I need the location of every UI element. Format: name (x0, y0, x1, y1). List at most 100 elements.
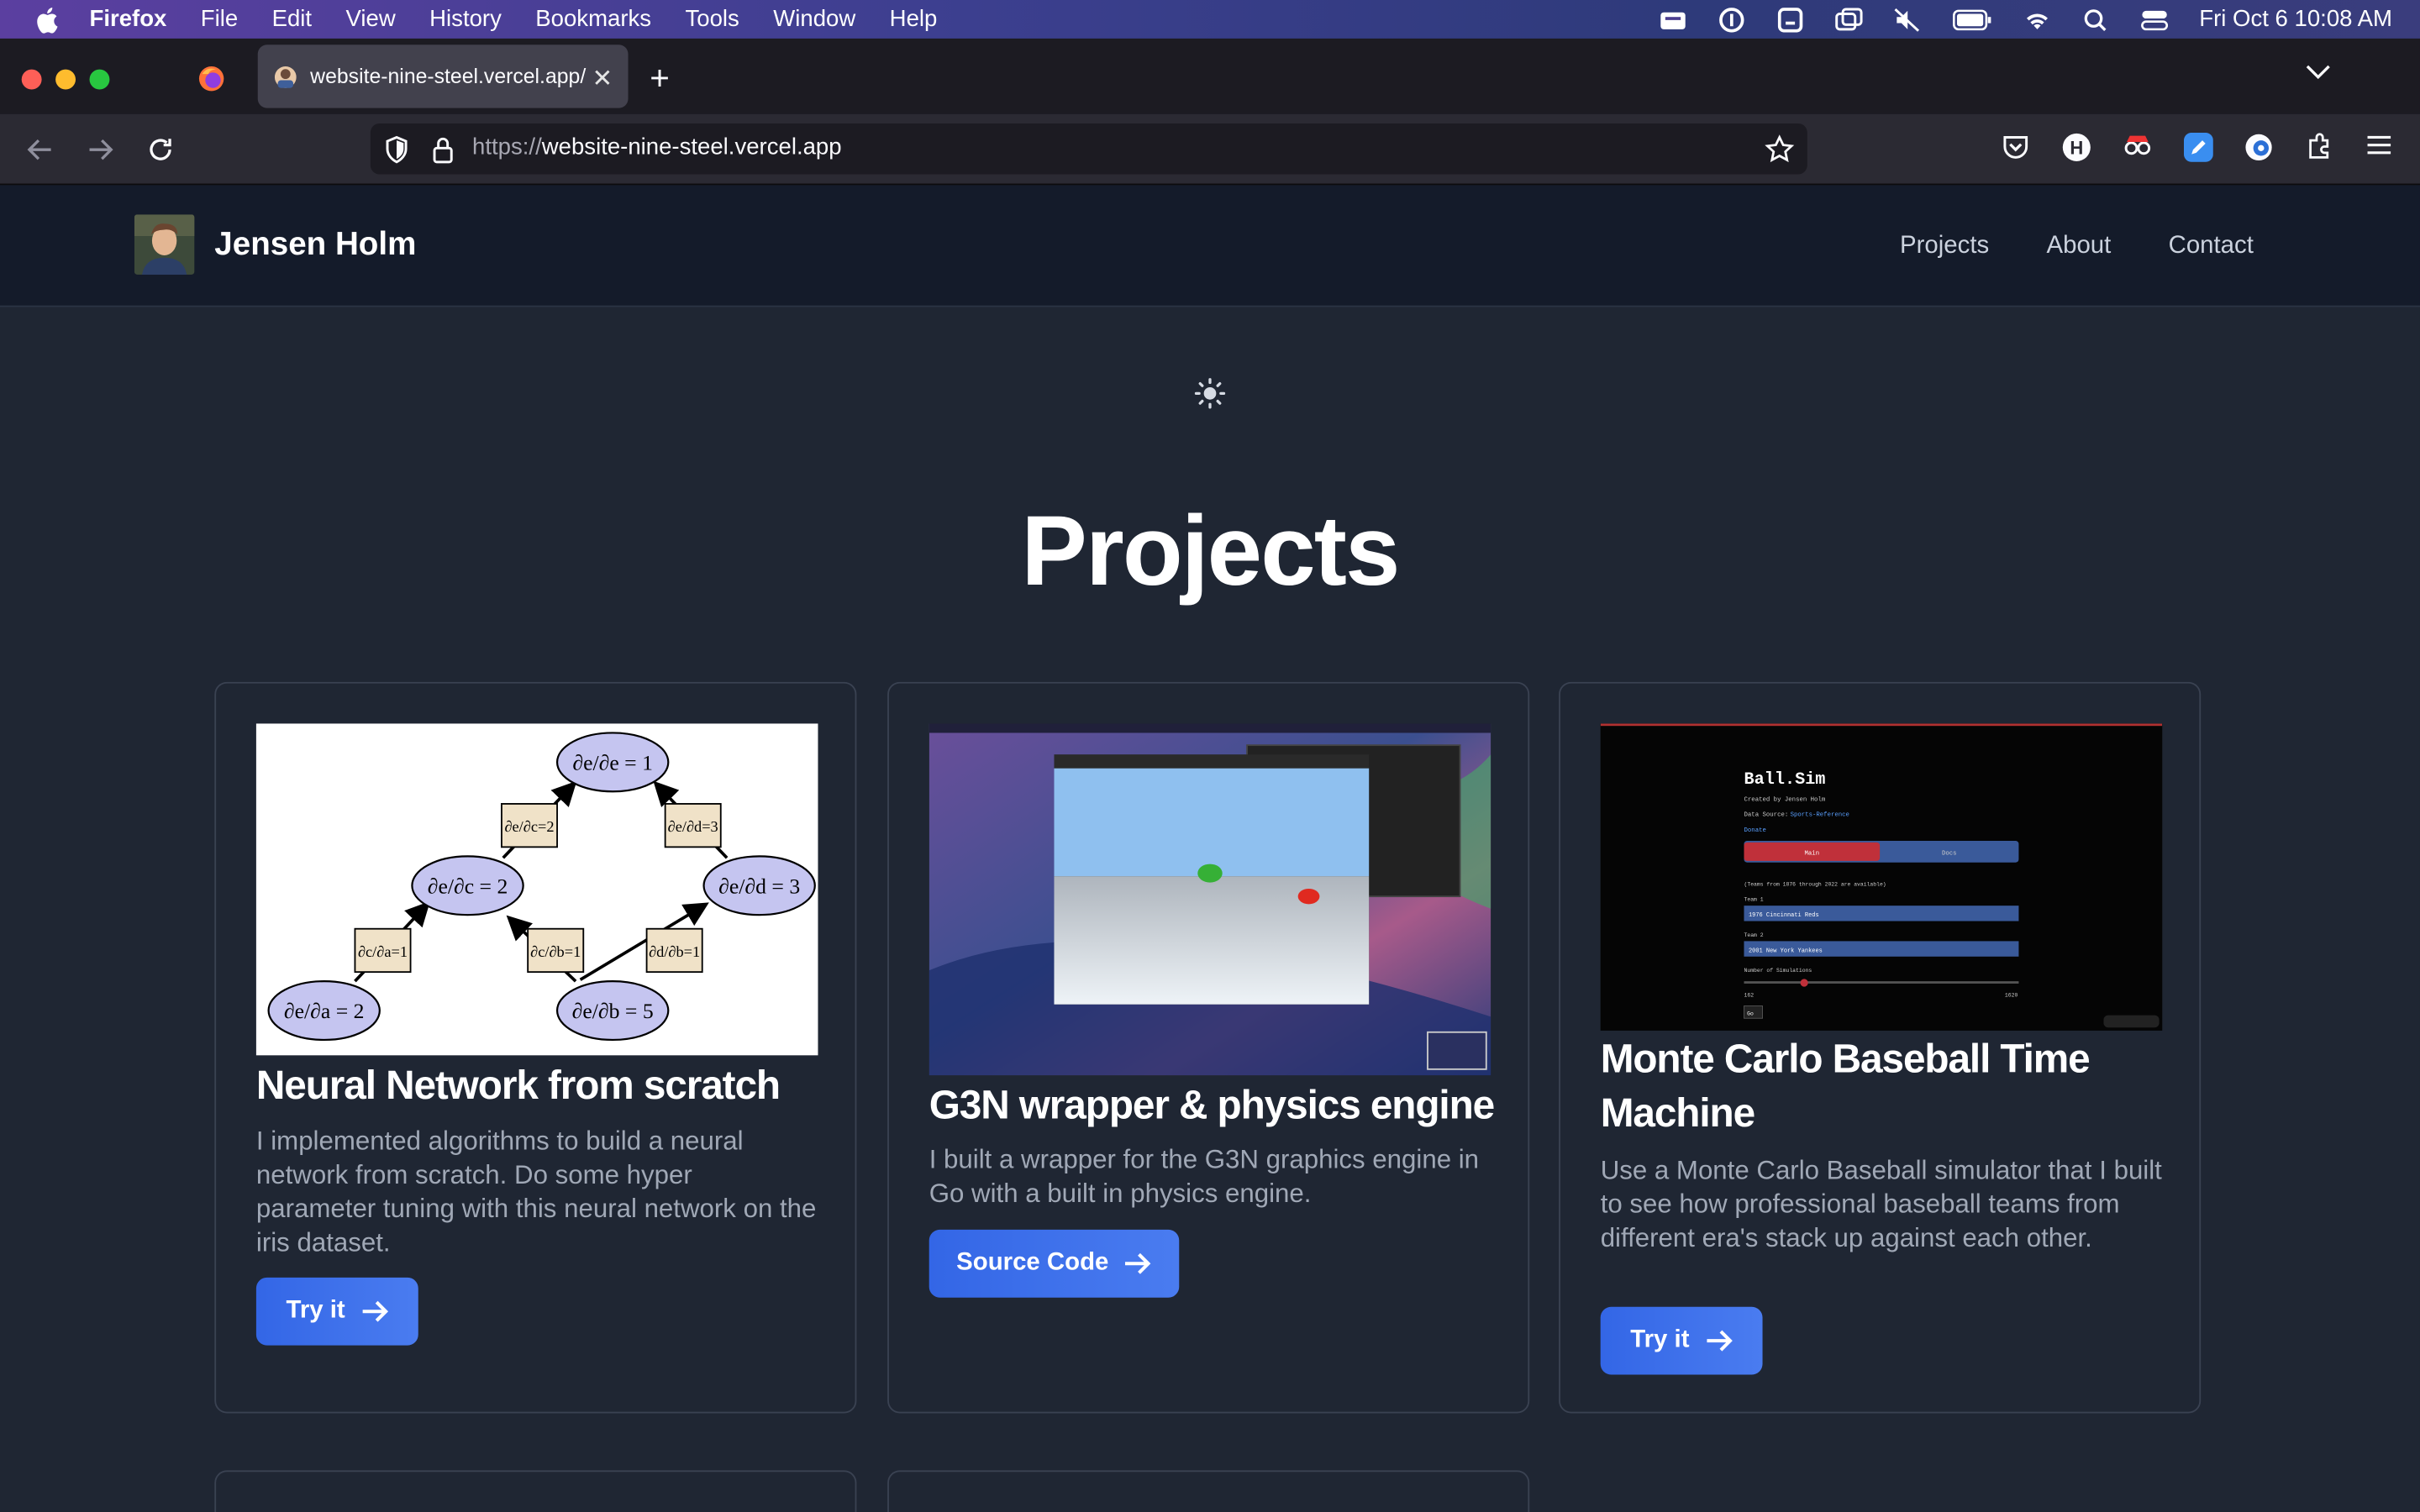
project-title: Neural Network from scratch (255, 1061, 781, 1108)
ballsim-sims-label: Number of Simulations (1744, 968, 1812, 974)
control-center-icon[interactable] (2140, 7, 2168, 31)
password-manager-icon[interactable] (1718, 7, 1745, 32)
display-mirror-icon[interactable] (1835, 7, 1863, 31)
project-description: I built a wrapper for the G3N graphics e… (929, 1144, 1480, 1209)
extensions-puzzle-icon[interactable] (2306, 133, 2333, 160)
macos-menubar: Firefox File Edit View History Bookmarks… (0, 0, 2420, 39)
project-card-partial (887, 1470, 1530, 1512)
arrow-right-icon (1706, 1330, 1733, 1352)
ballsim-team1-label: Team 1 (1744, 897, 1764, 903)
neural-network-graph-image: ∂e/∂e = 1 ∂e/∂c = 2 ∂e/∂d = 3 ∂e/∂a = 2 … (255, 723, 818, 1056)
url-text[interactable]: https://website-nine-steel.vercel.app (472, 134, 842, 160)
project-card-monte-carlo: Ball.Sim Created by Jensen Holm Data Sou… (1559, 681, 2202, 1414)
tracking-protection-shield-icon[interactable] (384, 135, 408, 164)
active-tab[interactable]: website-nine-steel.vercel.app/ ✕ (257, 45, 629, 108)
spy-extension-icon[interactable] (2123, 133, 2154, 160)
menubar-clock[interactable]: Fri Oct 6 10:08 AM (2199, 6, 2392, 32)
menu-tools[interactable]: Tools (686, 6, 739, 32)
firefox-view-icon[interactable] (197, 65, 225, 92)
ballsim-created: Created by Jensen Holm (1744, 796, 1826, 803)
lock-icon[interactable] (432, 136, 454, 164)
screen-record-icon[interactable] (1659, 7, 1686, 31)
close-window-button[interactable] (21, 69, 42, 90)
browser-toolbar: https://website-nine-steel.vercel.app H (0, 113, 2420, 186)
project-description: I implemented algorithms to build a neur… (255, 1126, 817, 1257)
ballsim-sims-max: 1620 (2005, 993, 2018, 999)
privacy-badger-icon[interactable] (2244, 133, 2274, 162)
menu-help[interactable]: Help (890, 6, 938, 32)
menu-app-name[interactable]: Firefox (90, 6, 167, 32)
forward-arrow-icon[interactable] (87, 136, 114, 164)
site-header: Jensen Holm Projects About Contact (0, 185, 2420, 307)
ballsim-source-label: Data Source: (1744, 812, 1789, 819)
project-title: Monte Carlo Baseball Time Machine (1600, 1035, 2091, 1136)
try-it-button[interactable]: Try it (255, 1277, 418, 1346)
button-label: Try it (286, 1297, 345, 1324)
page-title: Projects (1021, 495, 1400, 606)
svg-text:∂d/∂b=1: ∂d/∂b=1 (649, 943, 700, 960)
project-card-neural-network: ∂e/∂e = 1 ∂e/∂c = 2 ∂e/∂d = 3 ∂e/∂a = 2 … (214, 681, 857, 1414)
wifi-icon[interactable] (2023, 7, 2051, 31)
tab-title: website-nine-steel.vercel.app/ (310, 65, 587, 88)
back-arrow-icon[interactable] (26, 136, 54, 164)
ballsim-source-link: Sports-Reference (1791, 812, 1849, 819)
menu-edit[interactable]: Edit (272, 6, 312, 32)
menu-file[interactable]: File (201, 6, 238, 32)
project-title: G3N wrapper & physics engine (929, 1081, 1496, 1128)
ballsim-title: Ball.Sim (1744, 770, 1826, 790)
address-bar[interactable]: https://website-nine-steel.vercel.app (370, 123, 1807, 175)
apple-icon[interactable] (34, 5, 58, 33)
ballsim-go: Go (1747, 1011, 1754, 1017)
svg-text:∂e/∂c = 2: ∂e/∂c = 2 (428, 874, 508, 898)
pocket-icon[interactable] (2002, 133, 2029, 160)
mute-icon[interactable] (1894, 7, 1922, 31)
button-label: Try it (1630, 1326, 1690, 1353)
svg-text:∂e/∂c=2: ∂e/∂c=2 (504, 818, 554, 835)
project-card-g3n: G3N wrapper & physics engine I built a w… (887, 681, 1530, 1414)
menu-bookmarks[interactable]: Bookmarks (535, 6, 651, 32)
battery-icon[interactable] (1952, 7, 1992, 31)
bookmark-star-icon[interactable] (1764, 134, 1795, 165)
svg-text:∂e/∂d=3: ∂e/∂d=3 (668, 818, 718, 835)
close-tab-icon[interactable]: ✕ (592, 63, 613, 94)
ballsim-tab-docs: Docs (1942, 851, 1957, 858)
nav-link-projects[interactable]: Projects (1900, 233, 1989, 260)
svg-text:H: H (2070, 138, 2083, 159)
ballsim-team1: 1976 Cincinnati Reds (1749, 912, 1819, 919)
site-brand-name[interactable]: Jensen Holm (214, 227, 416, 264)
hamburger-menu-icon[interactable] (2366, 133, 2392, 157)
pencil-extension-icon[interactable] (2183, 132, 2213, 162)
svg-text:∂c/∂a=1: ∂c/∂a=1 (358, 943, 408, 960)
spotlight-search-icon[interactable] (2082, 7, 2110, 31)
new-tab-icon[interactable]: + (650, 59, 670, 99)
svg-text:∂e/∂b = 5: ∂e/∂b = 5 (572, 999, 654, 1023)
url-host: website-nine-steel.vercel.app (541, 134, 842, 161)
svg-text:∂e/∂a = 2: ∂e/∂a = 2 (284, 999, 365, 1023)
ballsim-note: (Teams from 1876 through 2022 are availa… (1744, 881, 1886, 887)
nav-link-about[interactable]: About (2047, 233, 2112, 260)
minimize-window-button[interactable] (55, 69, 76, 90)
ballsim-team2-label: Team 2 (1744, 932, 1764, 938)
window-manager-icon[interactable] (1776, 7, 1804, 32)
arrow-right-icon (1125, 1252, 1152, 1274)
reload-icon[interactable] (146, 136, 174, 164)
svg-text:∂e/∂e = 1: ∂e/∂e = 1 (572, 751, 653, 775)
nav-link-contact[interactable]: Contact (2169, 233, 2254, 260)
svg-text:∂e/∂d = 3: ∂e/∂d = 3 (718, 874, 800, 898)
project-description: Use a Monte Carlo Baseball simulator tha… (1600, 1155, 2162, 1253)
list-all-tabs-icon[interactable] (2306, 65, 2330, 80)
menu-view[interactable]: View (346, 6, 396, 32)
menu-window[interactable]: Window (773, 6, 855, 32)
menu-history[interactable]: History (429, 6, 502, 32)
source-code-button[interactable]: Source Code (929, 1229, 1180, 1298)
ballsim-team2: 2001 New York Yankees (1749, 948, 1823, 954)
project-card-partial (214, 1470, 857, 1512)
theme-toggle-sun-icon[interactable] (1194, 378, 1226, 409)
honey-extension-icon[interactable]: H (2062, 133, 2091, 162)
try-it-button[interactable]: Try it (1600, 1306, 1763, 1375)
ball-sim-screenshot-image: Ball.Sim Created by Jensen Holm Data Sou… (1600, 723, 2163, 1031)
zoom-window-button[interactable] (89, 69, 110, 90)
avatar[interactable] (134, 214, 195, 275)
svg-text:∂c/∂b=1: ∂c/∂b=1 (530, 943, 581, 960)
g3n-screenshot-image (929, 723, 1491, 1076)
